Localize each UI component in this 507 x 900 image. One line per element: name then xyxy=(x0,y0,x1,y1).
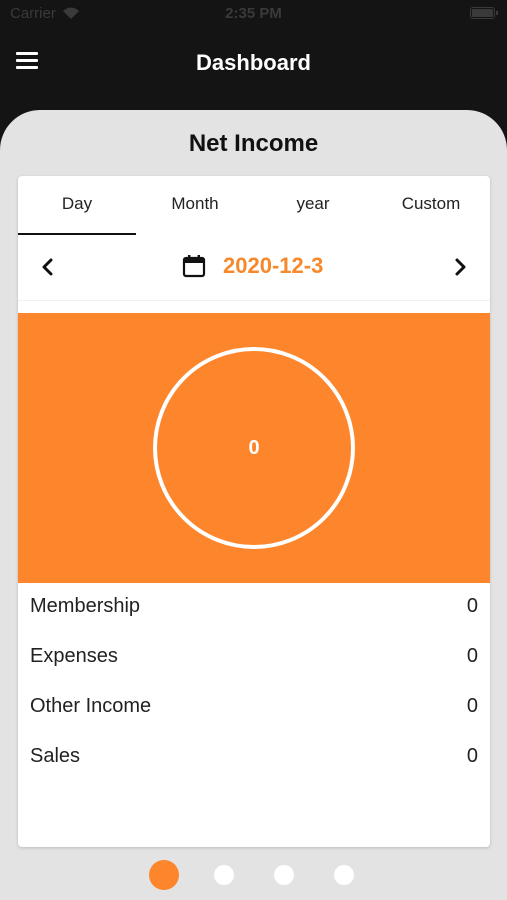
row-label: Other Income xyxy=(30,695,152,717)
page-indicator xyxy=(0,860,507,892)
row-value: 0 xyxy=(466,595,478,617)
status-bar: Carrier 2:35 PM xyxy=(0,0,507,28)
row-value: 0 xyxy=(466,695,478,717)
page-dot-4[interactable] xyxy=(334,865,354,885)
tab-day[interactable]: Day xyxy=(18,176,136,235)
chevron-left-icon[interactable] xyxy=(38,255,58,279)
battery-icon xyxy=(470,7,498,19)
calendar-icon[interactable] xyxy=(182,254,206,278)
row-label: Sales xyxy=(30,745,81,767)
section-title: Net Income xyxy=(188,130,319,157)
page-dot-3[interactable] xyxy=(274,865,294,885)
income-breakdown-list: Membership 0 Expenses 0 Other Income 0 S… xyxy=(18,583,490,783)
income-summary-panel: 0 xyxy=(18,313,490,583)
page-title: Dashboard xyxy=(196,50,311,75)
list-item: Expenses 0 xyxy=(18,633,490,683)
net-income-card: Day Month year Custom 2020-12-3 0 Member… xyxy=(18,176,490,847)
app-bar: Dashboard xyxy=(0,28,507,98)
row-label: Expenses xyxy=(30,645,118,667)
page-dot-1[interactable] xyxy=(149,860,179,890)
row-value: 0 xyxy=(466,745,478,767)
list-item: Sales 0 xyxy=(18,733,490,783)
list-item: Other Income 0 xyxy=(18,683,490,733)
tab-custom[interactable]: Custom xyxy=(372,176,490,235)
row-value: 0 xyxy=(466,645,478,667)
date-navigator: 2020-12-3 xyxy=(18,235,490,301)
selected-date[interactable]: 2020-12-3 xyxy=(223,253,323,279)
period-tabs: Day Month year Custom xyxy=(18,176,490,235)
total-value: 0 xyxy=(248,437,260,459)
tab-month[interactable]: Month xyxy=(136,176,254,235)
chevron-right-icon[interactable] xyxy=(450,255,470,279)
tab-year[interactable]: year xyxy=(254,176,372,235)
page-dot-2[interactable] xyxy=(214,865,234,885)
row-label: Membership xyxy=(30,595,141,617)
status-time: 2:35 PM xyxy=(225,5,282,22)
dashboard-sheet: Net Income Day Month year Custom 2020-12… xyxy=(0,110,507,900)
total-ring: 0 xyxy=(153,347,355,549)
list-item: Membership 0 xyxy=(18,583,490,633)
